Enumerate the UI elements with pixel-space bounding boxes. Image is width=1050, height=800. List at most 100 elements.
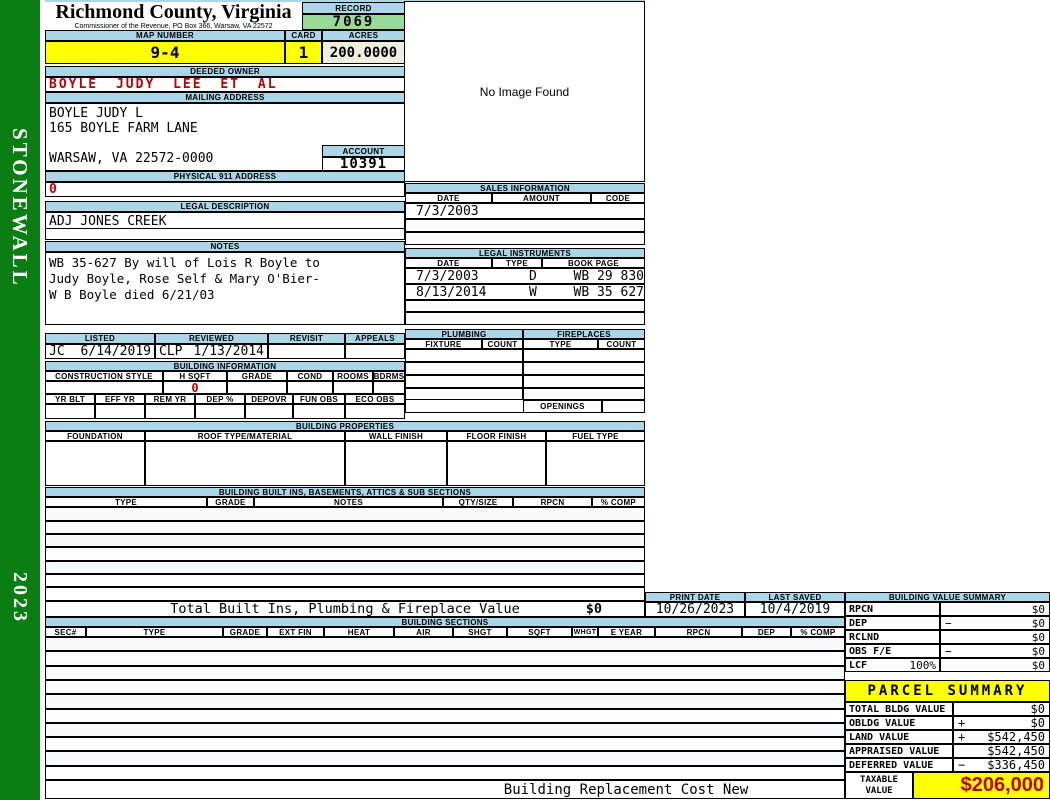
bvs-value: $0 [1031,630,1045,644]
col-yr-blt: YR BLT [45,394,95,404]
plumbing-empty-row [405,349,523,362]
foundation-value [45,441,145,486]
bdrms-value [373,381,405,394]
col-grade: GRADE [223,627,267,637]
sales-empty-row [405,232,645,245]
reviewed-by: CLP [159,344,183,359]
col-rem-yr: REM YR [145,394,195,404]
col-fun-obs: FUN OBS [293,394,345,404]
ps-value-land: + $542,450 [953,730,1050,744]
notes-line-2: Judy Boyle, Rose Self & Mary O'Bier- [49,271,320,286]
col-heat: HEAT [324,627,394,637]
reviewed-label: REVIEWED [155,333,268,344]
h-sqft-value: 0 [163,381,227,394]
legal-instruments-title: LEGAL INSTRUMENTS [405,248,645,258]
col-cond: COND [287,371,333,381]
fireplaces-col-type: TYPE [523,339,598,349]
bvs-label-text: LCF [849,659,868,671]
revisit-value [268,344,345,359]
fireplaces-empty-row [523,375,645,388]
instrument-type: W [529,284,537,300]
built-ins-empty-row [45,521,645,534]
rem-yr-value [145,404,195,419]
mailing-line-1: BOYLE JUDY L [49,106,143,121]
mailing-line-2: 165 BOYLE FARM LANE [49,121,198,136]
bvs-label-obs: OBS F/E [845,644,940,658]
ps-value-total-bldg: $0 [953,702,1050,716]
instrument-bookpage: WB 35 627 [573,284,644,300]
col-floor-finish: FLOOR FINISH [447,431,546,441]
col-type: TYPE [45,497,207,507]
sales-information-title: SALES INFORMATION [405,183,645,193]
sales-empty-row [405,219,645,232]
notes-line-1: WB 35-627 By will of Lois R Boyle to [49,255,320,270]
col-rpcn: RPCN [513,497,592,507]
construction-style-value [45,381,163,394]
sections-empty-row [45,723,845,737]
last-saved-label: LAST SAVED [745,592,845,602]
fireplaces-empty-row [523,388,645,400]
bvs-value: $0 [1031,602,1045,616]
bvs-lcf-pct: 100% [909,658,937,672]
legal-instrument-row: 8/13/2014 W WB 35 627 [405,284,645,300]
col-comp: % COMP [592,497,645,507]
col-rpcn: RPCN [655,627,742,637]
ps-value: $542,450 [987,730,1045,744]
col-eff-yr: EFF YR [95,394,145,404]
col-depovr: DEPOVR [245,394,293,404]
floor-finish-value [447,441,546,486]
sidebar: STONEWALL 2023 [0,0,40,800]
bvs-value: $0 [1031,644,1045,658]
fireplaces-title: FIREPLACES [523,329,645,339]
col-dep-pct: DEP % [195,394,245,404]
plumbing-empty-row [405,375,523,388]
bvs-value-rclnd: $0 [940,630,1050,644]
bvs-value: $0 [1031,658,1045,672]
fireplaces-empty-row [523,362,645,375]
openings-label: OPENINGS [523,400,602,413]
legal-description-label: LEGAL DESCRIPTION [45,201,405,212]
col-dep: DEP [742,627,791,637]
fireplaces-empty-row [523,349,645,362]
print-date-value: 10/26/2023 [645,602,745,617]
last-saved-value: 10/4/2019 [745,602,845,617]
reviewed-date: 1/13/2014 [193,344,264,359]
building-information-title: BUILDING INFORMATION [45,361,405,371]
legal-col-date: DATE [405,258,492,268]
listed-value: JC 6/14/2019 [45,344,155,359]
legal-empty-row [405,312,645,325]
building-properties-title: BUILDING PROPERTIES [45,421,645,431]
mailing-address-label: MAILING ADDRESS [45,92,405,103]
built-ins-empty-row [45,561,645,574]
sidebar-district-label: STONEWALL [8,128,32,288]
built-ins-total-value: $0 [585,601,602,617]
grade-value [227,381,287,394]
plumbing-title: PLUMBING [405,329,523,339]
sections-empty-row [45,694,845,709]
ps-label-obldg: OBLDG VALUE [845,716,953,730]
listed-label: LISTED [45,333,155,344]
sales-col-date: DATE [405,193,492,203]
bvs-label-dep: DEP [845,616,940,630]
sections-empty-row [45,637,845,651]
built-ins-empty-row [45,547,645,561]
sales-col-code: CODE [591,193,645,203]
card-label: CARD [285,30,322,41]
sections-empty-row [45,751,845,766]
acres-value: 200.0000 [322,41,405,64]
built-ins-total-row: Total Built Ins, Plumbing & Fireplace Va… [45,601,645,617]
ps-label-deferred: DEFERRED VALUE [845,758,953,772]
col-eco-obs: ECO OBS [345,394,405,404]
col-notes: NOTES [254,497,443,507]
notes-line-3: W B Boyle died 6/21/03 [49,287,215,302]
account-value: 10391 [322,157,405,171]
fireplaces-col-count: COUNT [598,339,645,349]
built-ins-empty-row [45,587,645,601]
col-foundation: FOUNDATION [45,431,145,441]
col-grade: GRADE [207,497,254,507]
sections-footer-row: Building Replacement Cost New [45,780,845,799]
built-ins-total-label: Total Built Ins, Plumbing & Fireplace Va… [170,601,520,617]
account-label: ACCOUNT [322,145,405,157]
bvs-op: − [945,616,952,630]
replacement-cost-label: Building Replacement Cost New [503,781,749,798]
